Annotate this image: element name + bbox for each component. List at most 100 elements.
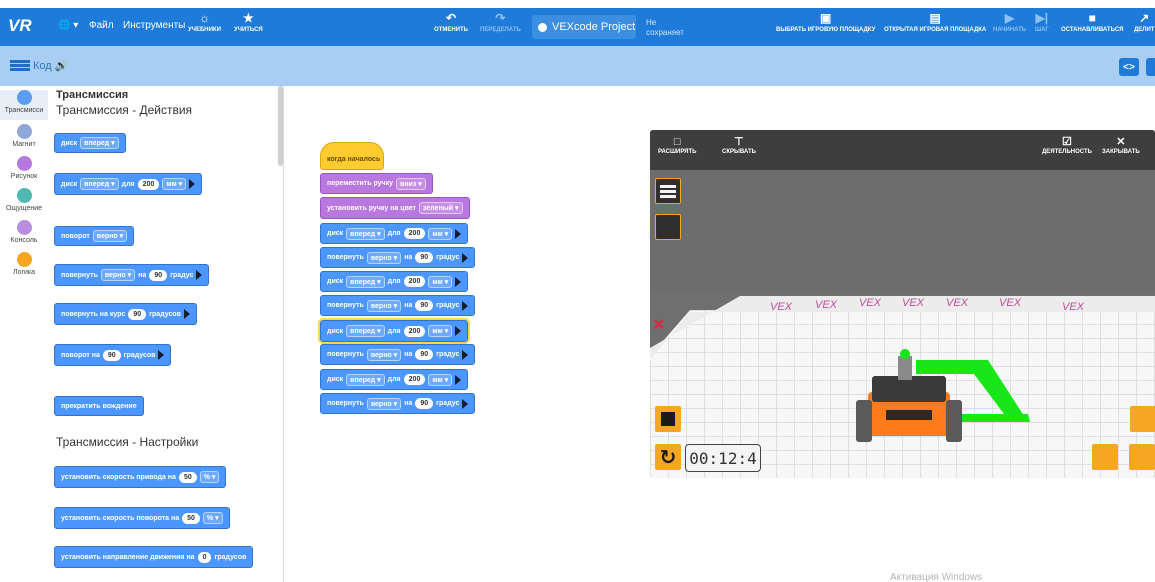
code-view-button[interactable]: Код 🔊 xyxy=(10,59,68,72)
block-dropdown[interactable]: вперед xyxy=(80,178,119,190)
block-text: на xyxy=(404,400,413,407)
block-drive[interactable]: диск вперед xyxy=(54,133,126,153)
block-dropdown[interactable]: вперед xyxy=(80,137,119,149)
block-number-input[interactable]: 200 xyxy=(403,374,426,385)
block-number-input[interactable]: 200 xyxy=(137,178,160,190)
block-text: повернуть xyxy=(327,351,364,358)
block-turn-to-heading[interactable]: повернуть на курс 90 градусов xyxy=(54,303,197,325)
block-drive-for[interactable]: диск вперед для 200 мм xyxy=(320,369,469,390)
activity-button[interactable]: ☑ ДЕЯТЕЛЬНОСТЬ xyxy=(1042,136,1092,155)
block-dropdown[interactable]: верно xyxy=(92,230,128,242)
block-number-input[interactable]: 0 xyxy=(197,551,212,563)
block-dropdown[interactable]: % xyxy=(202,512,223,524)
block-number-input[interactable]: 200 xyxy=(403,325,426,337)
block-dropdown[interactable]: мм xyxy=(428,373,453,386)
block-dropdown[interactable]: верно xyxy=(366,299,402,312)
tools-menu[interactable]: Инструменты xyxy=(123,20,185,31)
block-set-drive-heading[interactable]: установить направление движения на 0 гра… xyxy=(54,546,254,568)
block-dropdown[interactable]: мм xyxy=(428,325,453,337)
block-turn[interactable]: поворот верно xyxy=(54,226,135,246)
block-dropdown[interactable]: мм xyxy=(428,275,453,288)
camera-view-icon[interactable] xyxy=(1130,406,1155,432)
block-number-input[interactable]: 90 xyxy=(415,252,434,263)
block-turn-for[interactable]: повернуть верно на 90 градус xyxy=(54,264,210,286)
block-turn-for[interactable]: повернуть верно на 90 градус xyxy=(320,295,476,316)
select-playground-button[interactable]: ▣ ВЫБРАТЬ ИГРОВУЮ ПЛОЩАДКУ xyxy=(776,11,875,33)
expand-button[interactable]: □ РАСШИРЯТЬ xyxy=(658,136,696,155)
block-turn-for[interactable]: повернуть верно на 90 градус xyxy=(320,247,476,268)
block-dropdown[interactable]: мм xyxy=(162,178,187,190)
block-number-input[interactable]: 90 xyxy=(128,308,147,320)
block-drive-for[interactable]: диск вперед для 200 мм xyxy=(320,223,469,244)
block-number-input[interactable]: 90 xyxy=(102,349,121,361)
code-viewer-button[interactable]: <> xyxy=(1119,58,1139,76)
block-dropdown[interactable]: вперед xyxy=(346,227,385,240)
category-list: Трансмисси Магнит Рисунок Ощущение Консо… xyxy=(0,86,48,582)
redo-button[interactable]: ↷ ПЕРЕДЕЛАТЬ xyxy=(480,11,521,33)
dashboard-icon[interactable] xyxy=(655,214,681,240)
menu-icon[interactable] xyxy=(655,178,681,204)
block-dropdown[interactable]: % xyxy=(199,471,220,483)
flyout-scrollbar[interactable] xyxy=(278,86,283,166)
learn-button[interactable]: ★ УЧИТЬСЯ xyxy=(234,11,263,33)
code-label: Код xyxy=(33,59,52,72)
block-number-input[interactable]: 50 xyxy=(178,471,197,483)
hide-button[interactable]: ⊤ СКРЫВАТЬ xyxy=(722,136,756,155)
code-workspace[interactable]: когда началось переместить ручку вниз ус… xyxy=(285,86,650,582)
block-number-input[interactable]: 90 xyxy=(149,269,168,281)
block-dropdown[interactable]: зеленый xyxy=(419,202,463,214)
block-number-input[interactable]: 200 xyxy=(403,276,426,287)
pen-tool-icon[interactable] xyxy=(1129,444,1155,470)
category-magnet[interactable]: Магнит xyxy=(0,124,48,148)
block-dropdown[interactable]: верно xyxy=(366,251,402,264)
block-turn-for[interactable]: повернуть верно на 90 градус xyxy=(320,393,476,414)
block-drive-for-highlighted[interactable]: диск вперед для 200 мм xyxy=(317,318,471,344)
close-playground-button[interactable]: ✕ ЗАКРЫВАТЬ xyxy=(1102,136,1140,155)
block-dropdown[interactable]: верно xyxy=(366,397,402,410)
block-turn-for[interactable]: повернуть верно на 90 градус xyxy=(320,344,476,365)
block-turn-to-rotation[interactable]: поворот на 90 градусов xyxy=(54,344,172,366)
category-pen[interactable]: Рисунок xyxy=(0,156,48,180)
block-number-input[interactable]: 50 xyxy=(182,512,200,524)
hat-block-when-started[interactable]: когда началось xyxy=(320,142,384,170)
category-sensing[interactable]: Ощущение xyxy=(0,188,48,212)
camera-icon[interactable] xyxy=(1092,444,1118,470)
block-dropdown[interactable]: мм xyxy=(428,227,453,240)
stop-button[interactable]: ■ ОСТАНАВЛИВАТЬСЯ xyxy=(1061,11,1123,33)
block-dropdown[interactable]: верно xyxy=(366,348,402,361)
block-dropdown[interactable]: вперед xyxy=(346,325,385,337)
share-button[interactable]: ↗ ДЕЛИТ xyxy=(1134,11,1154,33)
block-dropdown[interactable]: вперед xyxy=(346,373,385,386)
category-console[interactable]: Консоль xyxy=(0,220,48,244)
block-number-input[interactable]: 90 xyxy=(415,300,434,311)
playground-3d-view[interactable]: VEX VEX VEX VEX VEX VEX VEX ✕ xyxy=(650,170,1155,478)
block-drive-for[interactable]: диск вперед для 200 мм xyxy=(320,271,469,292)
step-button[interactable]: ▶| ШАГ xyxy=(1035,11,1049,33)
start-button[interactable]: ▶ НАЧИНАТЬ xyxy=(993,11,1026,33)
globe-icon[interactable]: 🌐 ▾ xyxy=(58,20,78,31)
block-dropdown[interactable]: вниз xyxy=(396,177,426,190)
open-playground-button[interactable]: ▤ ОТКРЫТАЯ ИГРОВАЯ ПЛОЩАДКА xyxy=(884,11,986,33)
vex-wall-logo: VEX xyxy=(770,301,793,313)
block-number-input[interactable]: 90 xyxy=(415,349,434,360)
undo-button[interactable]: ↶ ОТМЕНИТЬ xyxy=(434,11,468,33)
block-drive-for[interactable]: диск вперед для 200 мм xyxy=(54,173,203,195)
block-set-turn-velocity[interactable]: установить скорость поворота на 50 % xyxy=(54,507,230,529)
category-logic[interactable]: Логика xyxy=(0,252,48,276)
block-set-pen-color[interactable]: установить ручку на цвет зеленый xyxy=(320,197,470,219)
category-drivetrain[interactable]: Трансмисси xyxy=(0,90,48,120)
block-set-drive-velocity[interactable]: установить скорость привода на 50 % xyxy=(54,466,227,488)
block-stop-driving[interactable]: прекратить вождение xyxy=(54,396,144,416)
stop-square-icon[interactable] xyxy=(655,406,681,432)
block-number-input[interactable]: 200 xyxy=(403,228,426,239)
block-text: диск xyxy=(327,327,344,335)
help-button[interactable] xyxy=(1146,58,1155,76)
block-dropdown[interactable]: верно xyxy=(100,269,136,281)
block-number-input[interactable]: 90 xyxy=(415,398,434,409)
tutorials-button[interactable]: ☼ УЧЕБНИКИ xyxy=(188,11,221,33)
project-name-field[interactable]: VEXcode Project xyxy=(532,15,636,39)
block-move-pen[interactable]: переместить ручку вниз xyxy=(320,173,433,194)
file-menu[interactable]: Файл xyxy=(89,20,114,31)
block-dropdown[interactable]: вперед xyxy=(346,275,385,288)
reset-icon[interactable]: ↻ xyxy=(655,444,681,470)
